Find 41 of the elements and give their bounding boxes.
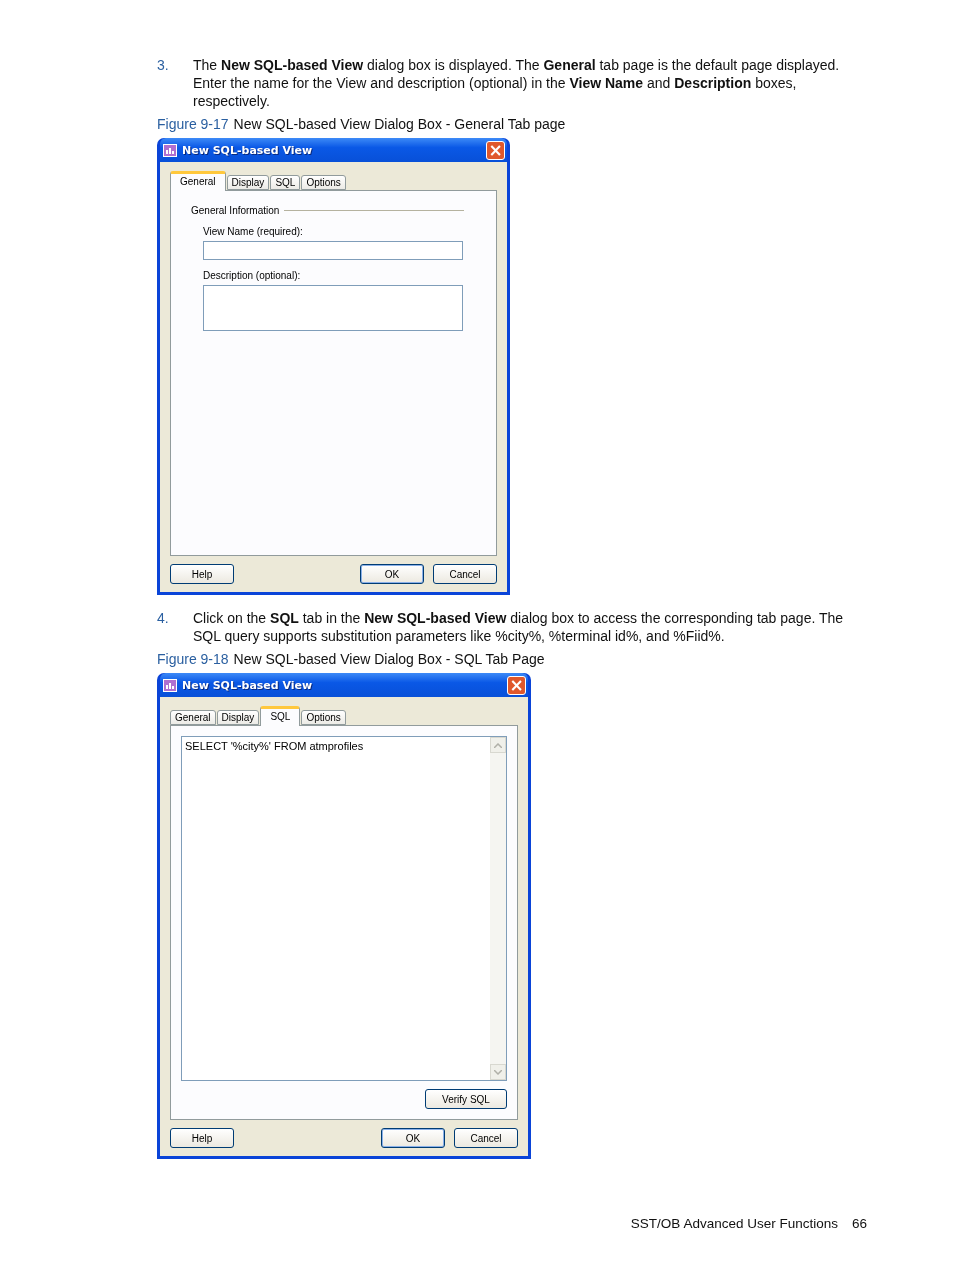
window-icon (163, 143, 177, 157)
help-button[interactable]: Help (170, 1128, 234, 1148)
footer-title: SST/OB Advanced User Functions (630, 1216, 838, 1231)
cancel-button[interactable]: Cancel (433, 564, 497, 584)
page-number: 66 (851, 1216, 867, 1231)
tab[interactable]: Display (226, 175, 270, 190)
verify-sql-button[interactable]: Verify SQL (425, 1089, 507, 1109)
scroll-up-button[interactable] (490, 737, 506, 753)
window-icon (163, 678, 177, 692)
scroll-down-button[interactable] (490, 1064, 506, 1080)
tab[interactable]: General (170, 171, 226, 191)
step-text: The New SQL-based View dialog box is displayed. The General tab page is the default page displayed. Enter the name for the View and description (optional) in the View Name and Description boxes, respectively. (193, 56, 841, 110)
description-field[interactable] (203, 285, 463, 331)
cancel-button[interactable]: Cancel (454, 1128, 518, 1148)
figure-label: Figure 9-17 (157, 116, 229, 132)
step-number: 3. (157, 56, 170, 75)
tab[interactable]: Options (301, 710, 346, 725)
input-field[interactable] (203, 241, 463, 260)
ok-button[interactable]: OK (381, 1128, 445, 1148)
ok-button[interactable]: OK (360, 564, 424, 584)
close-button[interactable]: × (507, 675, 526, 695)
tab[interactable]: SQL (270, 175, 301, 190)
sql-field[interactable]: SELECT '%city%' FROM atmprofiles (181, 736, 507, 1081)
tab[interactable]: Display (216, 710, 260, 725)
sql-query: SELECT '%city%' FROM atmprofiles (184, 739, 365, 754)
field-label: Description (optional): (203, 270, 302, 281)
tab[interactable]: Options (301, 175, 346, 190)
group-label: General Information (191, 205, 280, 216)
figure-caption: New SQL-based View Dialog Box - SQL Tab Page (233, 651, 545, 667)
tab[interactable]: General (170, 710, 216, 725)
figure-caption: New SQL-based View Dialog Box - General Tab page (233, 116, 566, 132)
step-number: 4. (157, 609, 170, 628)
field-label: View Name (required): (203, 226, 304, 237)
tab[interactable]: SQL (260, 706, 301, 726)
help-button[interactable]: Help (170, 564, 234, 584)
figure-label: Figure 9-18 (157, 651, 229, 667)
window-title: New SQL-based View (182, 678, 314, 692)
close-button[interactable]: × (486, 140, 505, 160)
scrollbar[interactable] (490, 737, 506, 1080)
window-title: New SQL-based View (182, 143, 314, 157)
step-text: Click on the SQL tab in the New SQL-based View dialog box to access the corresponding tab page. The SQL query supports substitution parameters like %city%, %terminal id%, and %Fiid%. (193, 609, 845, 645)
